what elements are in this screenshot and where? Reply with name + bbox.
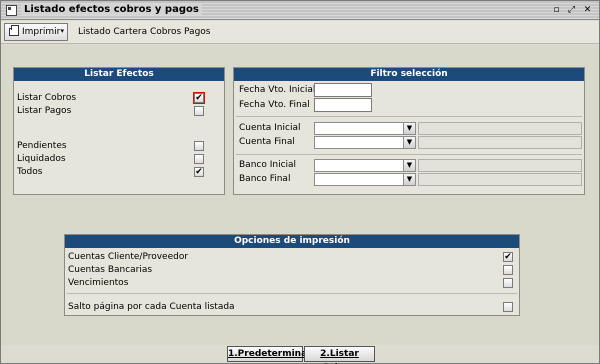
listar-cobros-checkbox[interactable]: ✔ bbox=[193, 92, 205, 104]
chevron-down-icon[interactable]: ▼ bbox=[403, 137, 415, 148]
chevron-down-icon[interactable]: ▼ bbox=[403, 160, 415, 171]
minimize-icon[interactable]: ▫ bbox=[550, 4, 563, 17]
listar-cobros-button[interactable]: 2.Listar Cobros bbox=[304, 346, 375, 364]
option-cuentas-bancarias: Cuentas Bancarias bbox=[65, 264, 519, 277]
option-label: Todos bbox=[17, 167, 43, 177]
cuenta-inicial-combo[interactable]: ▼ bbox=[314, 122, 416, 135]
filtro-title: Filtro selección bbox=[234, 68, 584, 81]
window-title: Listado efectos cobros y pagos bbox=[21, 4, 202, 15]
report-title: Listado Cartera Cobros Pagos bbox=[78, 27, 211, 37]
maximize-icon[interactable]: ⤢ bbox=[565, 4, 578, 17]
dropdown-arrow-icon: ▾ bbox=[60, 27, 64, 35]
cuentas-bancarias-checkbox[interactable] bbox=[503, 265, 513, 275]
content-area: Listar Efectos Listar Cobros ✔ Listar Pa… bbox=[1, 45, 599, 345]
cuentas-cliente-checkbox[interactable]: ✔ bbox=[503, 252, 513, 262]
banco-final-description bbox=[418, 173, 582, 186]
chevron-down-icon[interactable]: ▼ bbox=[403, 174, 415, 185]
report-window: Listado efectos cobros y pagos ▫ ⤢ ✕ Imp… bbox=[0, 0, 600, 364]
option-liquidados: Liquidados bbox=[14, 153, 224, 166]
option-vencimientos: Vencimientos bbox=[65, 277, 519, 290]
filtro-separator bbox=[236, 116, 582, 117]
banco-final-label: Banco Final bbox=[239, 174, 291, 184]
print-label: Imprimir bbox=[22, 27, 61, 37]
cuenta-inicial-label: Cuenta Inicial bbox=[239, 123, 301, 133]
option-label: Liquidados bbox=[17, 154, 66, 164]
cuenta-inicial-description bbox=[418, 122, 582, 135]
chevron-down-icon[interactable]: ▼ bbox=[403, 123, 415, 134]
option-cuentas-cliente: Cuentas Cliente/Proveedor ✔ bbox=[65, 251, 519, 264]
toolbar: Imprimir ▾ Listado Cartera Cobros Pagos bbox=[1, 21, 599, 44]
fecha-inicial-label: Fecha Vto. Inicial bbox=[239, 85, 316, 95]
liquidados-checkbox[interactable] bbox=[194, 154, 204, 164]
app-icon bbox=[6, 5, 17, 16]
option-pendientes: Pendientes bbox=[14, 140, 224, 153]
banco-inicial-label: Banco Inicial bbox=[239, 160, 297, 170]
fecha-inicial-field[interactable] bbox=[314, 83, 372, 97]
option-listar-cobros: Listar Cobros ✔ bbox=[14, 92, 224, 105]
title-bar[interactable]: Listado efectos cobros y pagos ▫ ⤢ ✕ bbox=[1, 1, 599, 20]
banco-inicial-description bbox=[418, 159, 582, 172]
opciones-separator bbox=[67, 293, 517, 294]
filtro-separator bbox=[236, 154, 582, 155]
fecha-final-label: Fecha Vto. Final bbox=[239, 100, 310, 110]
banco-final-row: Banco Final ▼ bbox=[234, 173, 584, 186]
todos-checkbox[interactable]: ✔ bbox=[194, 167, 204, 177]
option-label: Cuentas Cliente/Proveedor bbox=[68, 252, 189, 262]
option-label: Cuentas Bancarias bbox=[68, 265, 153, 275]
salto-pagina-checkbox[interactable] bbox=[503, 302, 513, 312]
listar-efectos-title: Listar Efectos bbox=[14, 68, 224, 81]
close-icon[interactable]: ✕ bbox=[581, 4, 594, 17]
listar-efectos-panel: Listar Efectos Listar Cobros ✔ Listar Pa… bbox=[13, 67, 225, 195]
banco-final-combo[interactable]: ▼ bbox=[314, 173, 416, 186]
pendientes-checkbox[interactable] bbox=[194, 141, 204, 151]
print-menu-button[interactable]: Imprimir ▾ bbox=[4, 23, 68, 41]
printer-icon bbox=[9, 25, 19, 36]
cuenta-inicial-row: Cuenta Inicial ▼ bbox=[234, 122, 584, 135]
option-label: Vencimientos bbox=[68, 278, 129, 288]
predeterminar-button[interactable]: 1.Predeterminar bbox=[227, 346, 312, 362]
fecha-final-row: Fecha Vto. Final bbox=[234, 98, 584, 112]
option-label: Listar Pagos bbox=[17, 106, 72, 116]
option-todos: Todos ✔ bbox=[14, 166, 224, 179]
option-label: Listar Cobros bbox=[17, 93, 77, 103]
cuenta-final-label: Cuenta Final bbox=[239, 137, 295, 147]
fecha-inicial-row: Fecha Vto. Inicial bbox=[234, 83, 584, 97]
vencimientos-checkbox[interactable] bbox=[503, 278, 513, 288]
listar-pagos-checkbox[interactable] bbox=[194, 106, 204, 116]
option-salto-pagina: Salto página por cada Cuenta listada bbox=[65, 301, 519, 314]
option-label: Salto página por cada Cuenta listada bbox=[68, 302, 235, 312]
option-label: Pendientes bbox=[17, 141, 67, 151]
opciones-title: Opciones de impresión bbox=[65, 235, 519, 248]
cuenta-final-description bbox=[418, 136, 582, 149]
cuenta-final-combo[interactable]: ▼ bbox=[314, 136, 416, 149]
opciones-panel: Opciones de impresión Cuentas Cliente/Pr… bbox=[64, 234, 520, 316]
cuenta-final-row: Cuenta Final ▼ bbox=[234, 136, 584, 149]
filtro-panel: Filtro selección Fecha Vto. Inicial Fech… bbox=[233, 67, 585, 195]
fecha-final-field[interactable] bbox=[314, 98, 372, 112]
option-listar-pagos: Listar Pagos bbox=[14, 105, 224, 118]
banco-inicial-combo[interactable]: ▼ bbox=[314, 159, 416, 172]
banco-inicial-row: Banco Inicial ▼ bbox=[234, 159, 584, 172]
